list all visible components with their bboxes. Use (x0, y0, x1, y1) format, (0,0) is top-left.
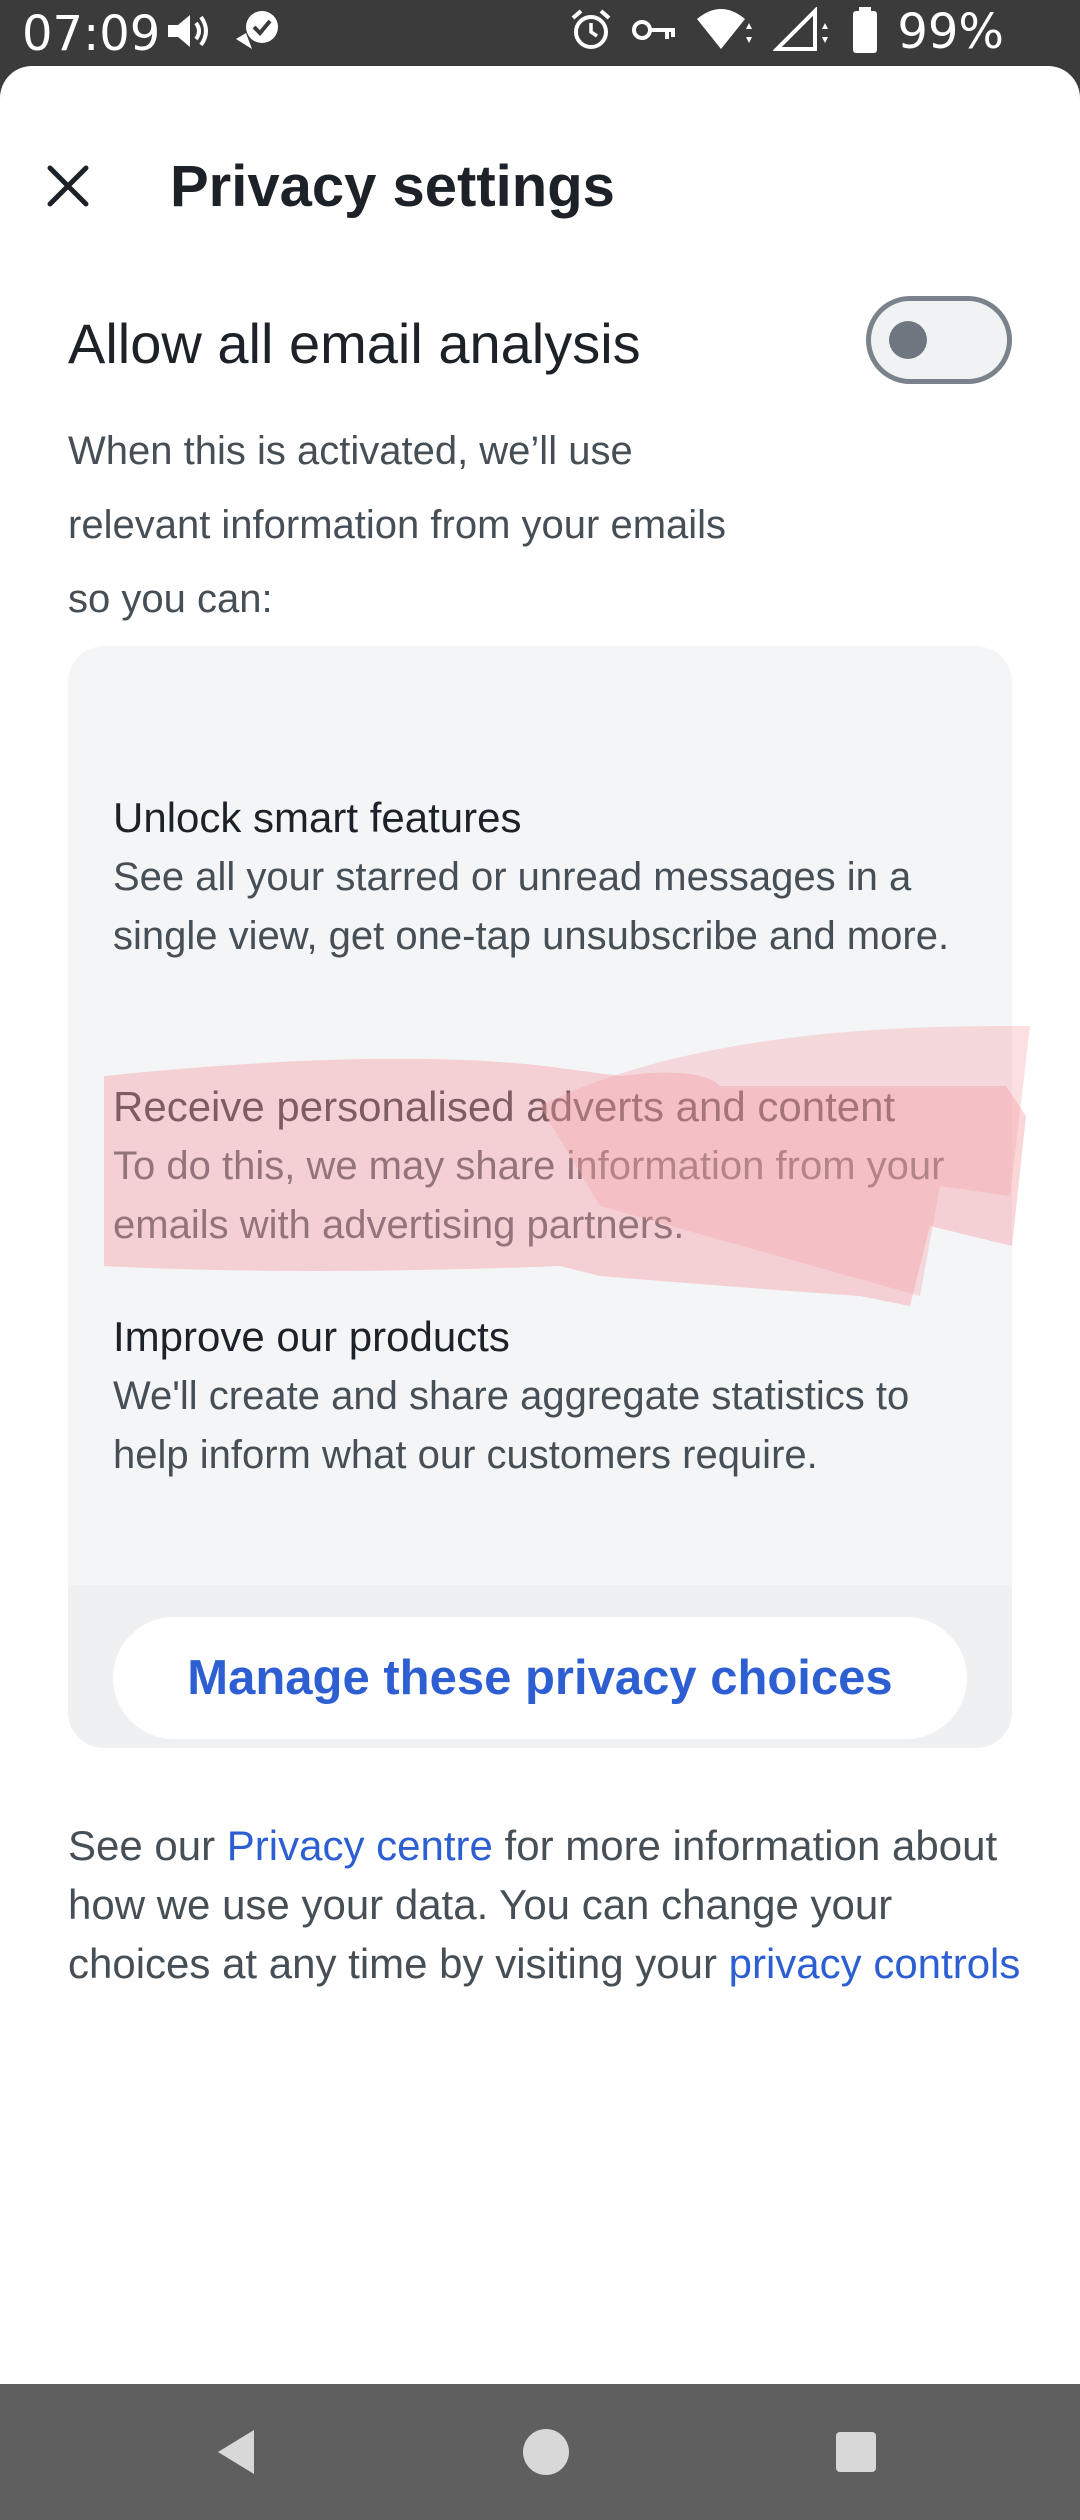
close-button[interactable] (36, 154, 100, 218)
email-analysis-title: Allow all email analysis (68, 312, 641, 375)
page-title: Privacy settings (170, 154, 615, 219)
battery-icon (851, 6, 879, 58)
privacy-settings-sheet: Privacy settings Allow all email analysi… (0, 66, 1080, 2384)
feature-item-smart-features: Unlock smart features See all your starr… (113, 788, 973, 966)
recents-button[interactable] (816, 2412, 896, 2492)
home-button[interactable] (506, 2412, 586, 2492)
feature-description: See all your starred or unread messages … (113, 855, 950, 958)
feature-title: Receive personalised adverts and content (113, 1083, 896, 1130)
home-icon (523, 2429, 569, 2475)
close-icon (47, 165, 89, 207)
email-analysis-toggle[interactable] (866, 296, 1012, 384)
privacy-centre-link[interactable]: Privacy centre (227, 1822, 493, 1869)
feature-description: To do this, we may share information fro… (113, 1144, 945, 1247)
battery-percentage: 99% (897, 4, 1004, 60)
feature-title: Unlock smart features (113, 794, 522, 841)
status-right-icons: 99% (569, 4, 1004, 60)
privacy-footer-text: See our Privacy centre for more informat… (68, 1816, 1028, 1993)
back-icon (218, 2430, 254, 2474)
signal-icon (772, 5, 833, 58)
volume-icon (166, 11, 212, 56)
features-card: Unlock smart features See all your starr… (68, 646, 1012, 1748)
manage-privacy-choices-button[interactable]: Manage these privacy choices (113, 1617, 967, 1739)
card-footer: Manage these privacy choices (68, 1585, 1012, 1748)
footer-prefix: See our (68, 1822, 227, 1869)
wifi-icon (695, 7, 755, 58)
navigation-bar (0, 2384, 1080, 2520)
feature-title: Improve our products (113, 1313, 510, 1360)
back-button[interactable] (196, 2412, 276, 2492)
status-time: 07:09 (22, 6, 161, 62)
check-badge-icon (232, 9, 282, 58)
privacy-controls-link[interactable]: privacy controls (729, 1940, 1021, 1987)
feature-item-personalised-adverts: Receive personalised adverts and content… (113, 1077, 973, 1255)
recents-icon (836, 2432, 876, 2472)
email-analysis-description: When this is activated, we’ll use releva… (68, 429, 727, 621)
feature-item-improve-products: Improve our products We'll create and sh… (113, 1307, 973, 1485)
feature-description: We'll create and share aggregate statist… (113, 1374, 910, 1477)
alarm-icon (569, 8, 613, 57)
status-bar: 07:09 99% (0, 0, 1080, 66)
status-left-icons (166, 8, 282, 58)
key-icon (631, 15, 677, 50)
toggle-knob (889, 321, 927, 359)
